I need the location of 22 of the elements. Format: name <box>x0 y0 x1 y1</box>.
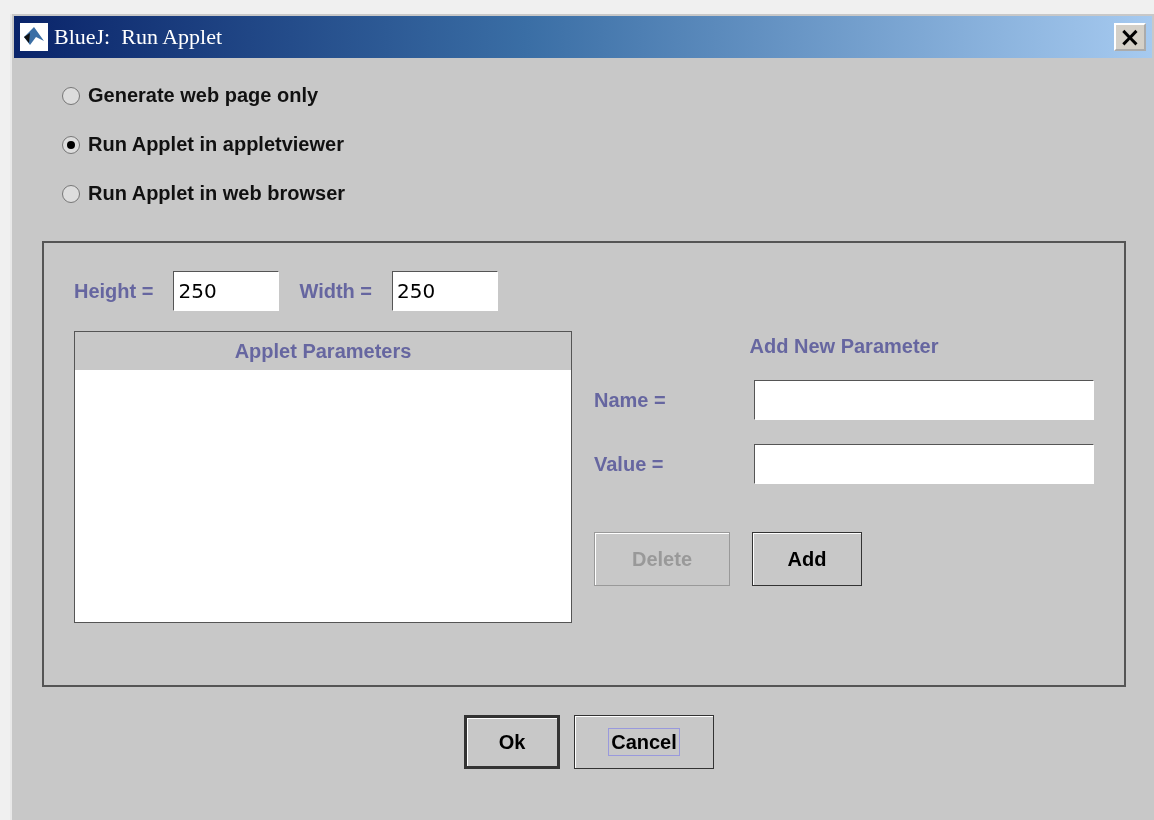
section-title: Add New Parameter <box>748 335 940 358</box>
radio-button[interactable] <box>62 184 80 203</box>
ok-button[interactable]: Ok <box>464 715 560 769</box>
radio-label: Run Applet in appletviewer <box>88 133 344 156</box>
window-title: BlueJ: Run Applet <box>54 24 224 50</box>
add-button[interactable]: Add <box>752 532 862 586</box>
radio-button[interactable] <box>62 86 80 105</box>
radio-button[interactable] <box>62 135 80 154</box>
radio-label: Run Applet in web browser <box>88 182 346 205</box>
width-field[interactable]: 250 <box>392 271 499 311</box>
cancel-button[interactable]: Cancel <box>574 715 714 769</box>
value-label: Value = <box>594 452 665 476</box>
radio-label: Generate web page only <box>88 84 319 107</box>
list-header: Applet Parameters <box>75 332 571 370</box>
height-label: Height = <box>74 279 154 303</box>
value-field[interactable] <box>754 444 1094 484</box>
width-label: Width = <box>299 279 373 303</box>
height-field[interactable]: 250 <box>173 271 280 311</box>
close-button[interactable]: × <box>1114 23 1146 51</box>
name-label: Name = <box>594 388 667 412</box>
name-field[interactable] <box>754 380 1094 420</box>
bird-icon <box>20 23 48 51</box>
